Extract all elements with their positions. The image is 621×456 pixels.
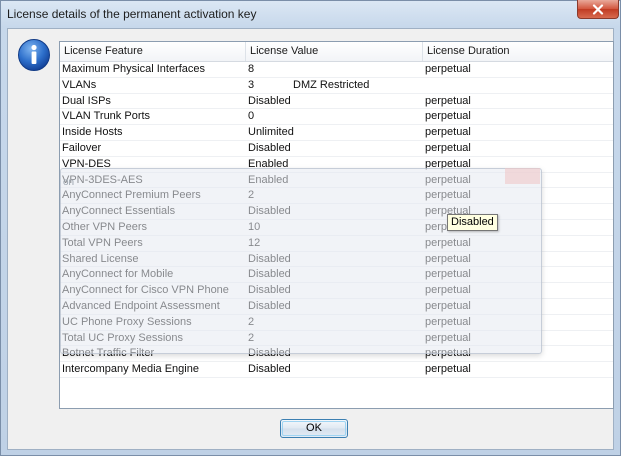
ghost-panel-text: on <box>63 177 75 188</box>
value-cell: 8 <box>248 63 255 75</box>
column-header-duration[interactable]: License Duration <box>423 42 613 61</box>
duration-cell: perpetual <box>425 110 471 123</box>
feature-cell: VLANs <box>62 78 97 91</box>
background-ghost-panel: on <box>60 168 542 354</box>
tooltip: Disabled <box>447 214 498 231</box>
ok-button[interactable]: OK <box>280 419 348 438</box>
feature-cell: Dual ISPs <box>62 94 111 107</box>
info-icon <box>18 39 50 71</box>
duration-cell: perpetual <box>425 363 471 376</box>
table-row[interactable]: VLANs 3 DMZ Restricted <box>60 78 613 94</box>
close-button[interactable] <box>577 0 619 19</box>
table-row[interactable]: Intercompany Media Engine Disabled perpetu… <box>60 362 613 378</box>
duration-cell: perpetual <box>425 63 471 75</box>
table-header: License Feature License Value License Du… <box>60 42 613 62</box>
license-details-dialog: License details of the permanent activat… <box>0 0 621 456</box>
column-header-value[interactable]: License Value <box>246 42 423 61</box>
feature-cell: Maximum Physical Interfaces <box>62 63 206 75</box>
duration-cell: perpetual <box>425 94 471 107</box>
column-header-feature[interactable]: License Feature <box>60 42 246 61</box>
window-title: License details of the permanent activat… <box>7 7 257 21</box>
table-row[interactable]: Maximum Physical Interfaces 8 perpetual <box>60 62 613 78</box>
duration-cell: perpetual <box>425 126 471 139</box>
table-row[interactable]: Dual ISPs Disabled perpetual <box>60 94 613 110</box>
ghost-panel-highlight <box>505 168 540 184</box>
duration-cell: perpetual <box>425 141 471 154</box>
feature-cell: Intercompany Media Engine <box>62 363 199 376</box>
value-cell: Disabled <box>248 363 291 376</box>
feature-cell: Inside Hosts <box>62 126 123 139</box>
value-cell: 3 <box>248 78 255 91</box>
feature-cell: Failover <box>62 141 102 154</box>
value-cell: Disabled <box>248 141 291 154</box>
title-bar[interactable]: License details of the permanent activat… <box>1 0 620 29</box>
feature-cell: VLAN Trunk Ports <box>62 110 151 123</box>
dialog-body: License Feature License Value License Du… <box>7 28 614 450</box>
table-row[interactable]: Failover Disabled perpetual <box>60 141 613 157</box>
license-table[interactable]: License Feature License Value License Du… <box>59 41 614 409</box>
table-row[interactable]: VLAN Trunk Ports 0 perpetual <box>60 109 613 126</box>
value-note-cell: DMZ Restricted <box>293 78 370 91</box>
value-cell: Unlimited <box>248 126 294 139</box>
table-row[interactable]: Inside Hosts Unlimited perpetual <box>60 125 613 141</box>
ok-button-label: OK <box>306 422 322 434</box>
close-icon <box>592 3 604 15</box>
value-cell: 0 <box>248 110 255 123</box>
value-cell: Disabled <box>248 94 291 107</box>
